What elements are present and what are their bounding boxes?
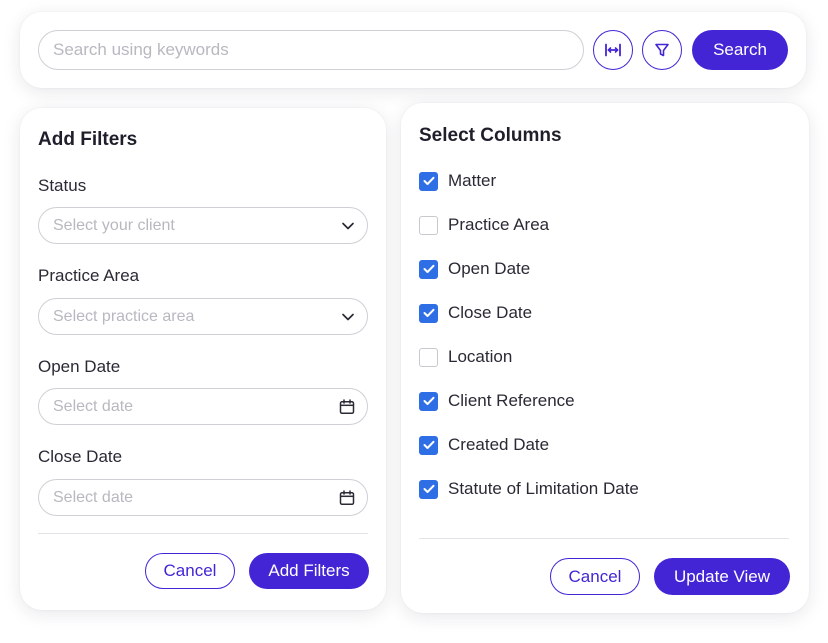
- funnel-icon: [655, 43, 669, 57]
- column-option-label: Open Date: [448, 259, 531, 278]
- checkmark-icon: [423, 308, 434, 317]
- search-bar: Search: [20, 12, 806, 88]
- add-filters-button[interactable]: Add Filters: [249, 553, 369, 589]
- column-option-label: Client Reference: [448, 391, 575, 410]
- close-date-placeholder: Select date: [53, 488, 134, 506]
- column-option[interactable]: Close Date: [419, 303, 532, 323]
- filters-divider: [38, 533, 368, 534]
- close-date-label: Close Date: [38, 447, 123, 466]
- chevron-down-icon: [342, 222, 354, 229]
- search-input[interactable]: [38, 30, 584, 70]
- column-option-label: Location: [448, 347, 513, 366]
- checkmark-icon: [423, 264, 434, 273]
- open-date-picker[interactable]: Select date: [38, 388, 368, 425]
- update-view-button[interactable]: Update View: [654, 558, 790, 595]
- calendar-icon: [339, 489, 355, 505]
- status-label: Status: [38, 176, 87, 195]
- column-option[interactable]: Practice Area: [419, 215, 549, 235]
- checkbox-checked[interactable]: [419, 171, 438, 191]
- column-option[interactable]: Open Date: [419, 259, 530, 279]
- checkmark-icon: [423, 396, 434, 405]
- checkbox-unchecked[interactable]: [419, 215, 438, 235]
- column-option-label: Matter: [448, 171, 497, 190]
- cancel-filters-button[interactable]: Cancel: [145, 553, 235, 589]
- checkmark-icon: [423, 176, 434, 185]
- select-columns-title: Select Columns: [419, 125, 562, 146]
- chevron-down-icon: [342, 313, 354, 320]
- column-option[interactable]: Matter: [419, 171, 496, 191]
- calendar-icon: [339, 398, 355, 414]
- checkbox-checked[interactable]: [419, 303, 438, 323]
- search-button[interactable]: Search: [692, 30, 788, 70]
- column-option[interactable]: Created Date: [419, 435, 549, 455]
- column-option-label: Created Date: [448, 435, 550, 454]
- column-option[interactable]: Client Reference: [419, 391, 575, 411]
- practice-area-label: Practice Area: [38, 266, 140, 285]
- checkbox-unchecked[interactable]: [419, 347, 438, 367]
- column-option[interactable]: Statute of Limitation Date: [419, 479, 639, 499]
- checkmark-icon: [423, 484, 434, 493]
- column-option-label: Statute of Limitation Date: [448, 479, 639, 498]
- column-option-label: Close Date: [448, 303, 533, 322]
- column-width-button[interactable]: [593, 30, 633, 70]
- column-option-label: Practice Area: [448, 215, 550, 234]
- close-date-picker[interactable]: Select date: [38, 479, 368, 516]
- checkbox-checked[interactable]: [419, 435, 438, 455]
- checkbox-checked[interactable]: [419, 479, 438, 499]
- status-select[interactable]: Select your client: [38, 207, 368, 244]
- checkbox-checked[interactable]: [419, 259, 438, 279]
- add-filters-panel: Add Filters Status Select your client Pr…: [20, 108, 386, 610]
- column-option[interactable]: Location: [419, 347, 512, 367]
- cancel-columns-button[interactable]: Cancel: [550, 558, 640, 595]
- checkmark-icon: [423, 440, 434, 449]
- select-columns-panel: Select Columns Matter Practice Area Open D…: [401, 103, 809, 613]
- open-date-placeholder: Select date: [53, 397, 134, 415]
- status-placeholder: Select your client: [53, 216, 175, 234]
- columns-divider: [419, 538, 789, 539]
- checkbox-checked[interactable]: [419, 391, 438, 411]
- add-filters-title: Add Filters: [38, 129, 138, 150]
- practice-area-select[interactable]: Select practice area: [38, 298, 368, 335]
- practice-area-placeholder: Select practice area: [53, 307, 195, 325]
- column-width-icon: [605, 43, 621, 57]
- filter-button[interactable]: [642, 30, 682, 70]
- open-date-label: Open Date: [38, 357, 121, 376]
